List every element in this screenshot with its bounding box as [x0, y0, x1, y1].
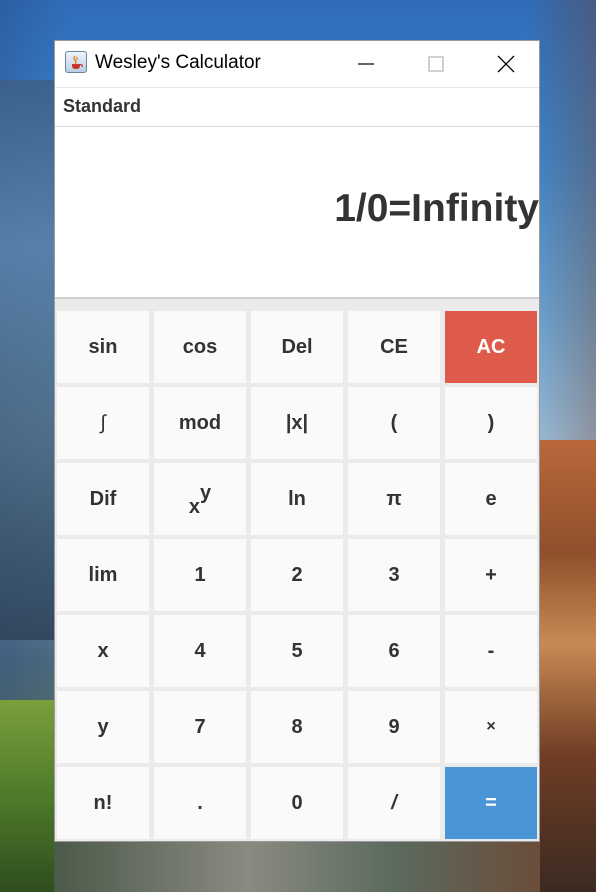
close-paren-button[interactable]: ) — [445, 387, 537, 459]
decimal-point-button[interactable]: . — [154, 767, 246, 839]
calculator-window: Wesley's Calculator Standard 1/0=Infinit… — [54, 40, 540, 842]
digit-7-button[interactable]: 7 — [154, 691, 246, 763]
digit-8-button[interactable]: 8 — [251, 691, 343, 763]
title-bar[interactable]: Wesley's Calculator — [55, 41, 539, 86]
integral-button[interactable]: ∫ — [57, 387, 149, 459]
result-display: 1/0=Infinity — [55, 127, 539, 299]
digit-4-button[interactable]: 4 — [154, 615, 246, 687]
absolute-value-button[interactable]: |x| — [251, 387, 343, 459]
minus-button[interactable]: - — [445, 615, 537, 687]
java-cup-icon — [65, 51, 87, 73]
power-exponent-label: y — [200, 481, 212, 504]
close-button[interactable] — [471, 41, 541, 86]
sin-button[interactable]: sin — [57, 311, 149, 383]
window-title: Wesley's Calculator — [95, 52, 261, 73]
mode-menu-standard[interactable]: Standard — [63, 96, 141, 117]
power-button[interactable]: xy — [154, 463, 246, 535]
mod-button[interactable]: mod — [154, 387, 246, 459]
plus-button[interactable]: + — [445, 539, 537, 611]
all-clear-button[interactable]: AC — [445, 311, 537, 383]
divide-button[interactable]: / — [348, 767, 440, 839]
variable-x-button[interactable]: x — [57, 615, 149, 687]
background-foliage — [0, 700, 60, 892]
digit-9-button[interactable]: 9 — [348, 691, 440, 763]
background-left-scene — [0, 80, 60, 640]
e-button[interactable]: e — [445, 463, 537, 535]
keypad: sin cos Del CE AC ∫ mod |x| ( ) Dif xy l… — [55, 299, 539, 841]
variable-y-button[interactable]: y — [57, 691, 149, 763]
pi-button[interactable]: π — [348, 463, 440, 535]
digit-1-button[interactable]: 1 — [154, 539, 246, 611]
delete-button[interactable]: Del — [251, 311, 343, 383]
equals-button[interactable]: = — [445, 767, 537, 839]
minimize-icon — [358, 62, 374, 65]
ln-button[interactable]: ln — [251, 463, 343, 535]
cos-button[interactable]: cos — [154, 311, 246, 383]
differentiate-button[interactable]: Dif — [57, 463, 149, 535]
clear-entry-button[interactable]: CE — [348, 311, 440, 383]
open-paren-button[interactable]: ( — [348, 387, 440, 459]
maximize-icon — [428, 55, 444, 72]
close-icon — [497, 55, 515, 72]
background-right-scene — [536, 440, 596, 892]
factorial-button[interactable]: n! — [57, 767, 149, 839]
maximize-button[interactable] — [401, 41, 471, 86]
digit-3-button[interactable]: 3 — [348, 539, 440, 611]
minimize-button[interactable] — [331, 41, 401, 86]
mode-menu-bar: Standard — [55, 87, 539, 128]
limit-button[interactable]: lim — [57, 539, 149, 611]
digit-2-button[interactable]: 2 — [251, 539, 343, 611]
background-bottom-scene — [54, 842, 540, 892]
display-expression: 1/0=Infinity — [334, 187, 539, 230]
power-base-label: x — [188, 495, 200, 518]
digit-5-button[interactable]: 5 — [251, 615, 343, 687]
digit-6-button[interactable]: 6 — [348, 615, 440, 687]
digit-0-button[interactable]: 0 — [251, 767, 343, 839]
multiply-button[interactable]: × — [445, 691, 537, 763]
